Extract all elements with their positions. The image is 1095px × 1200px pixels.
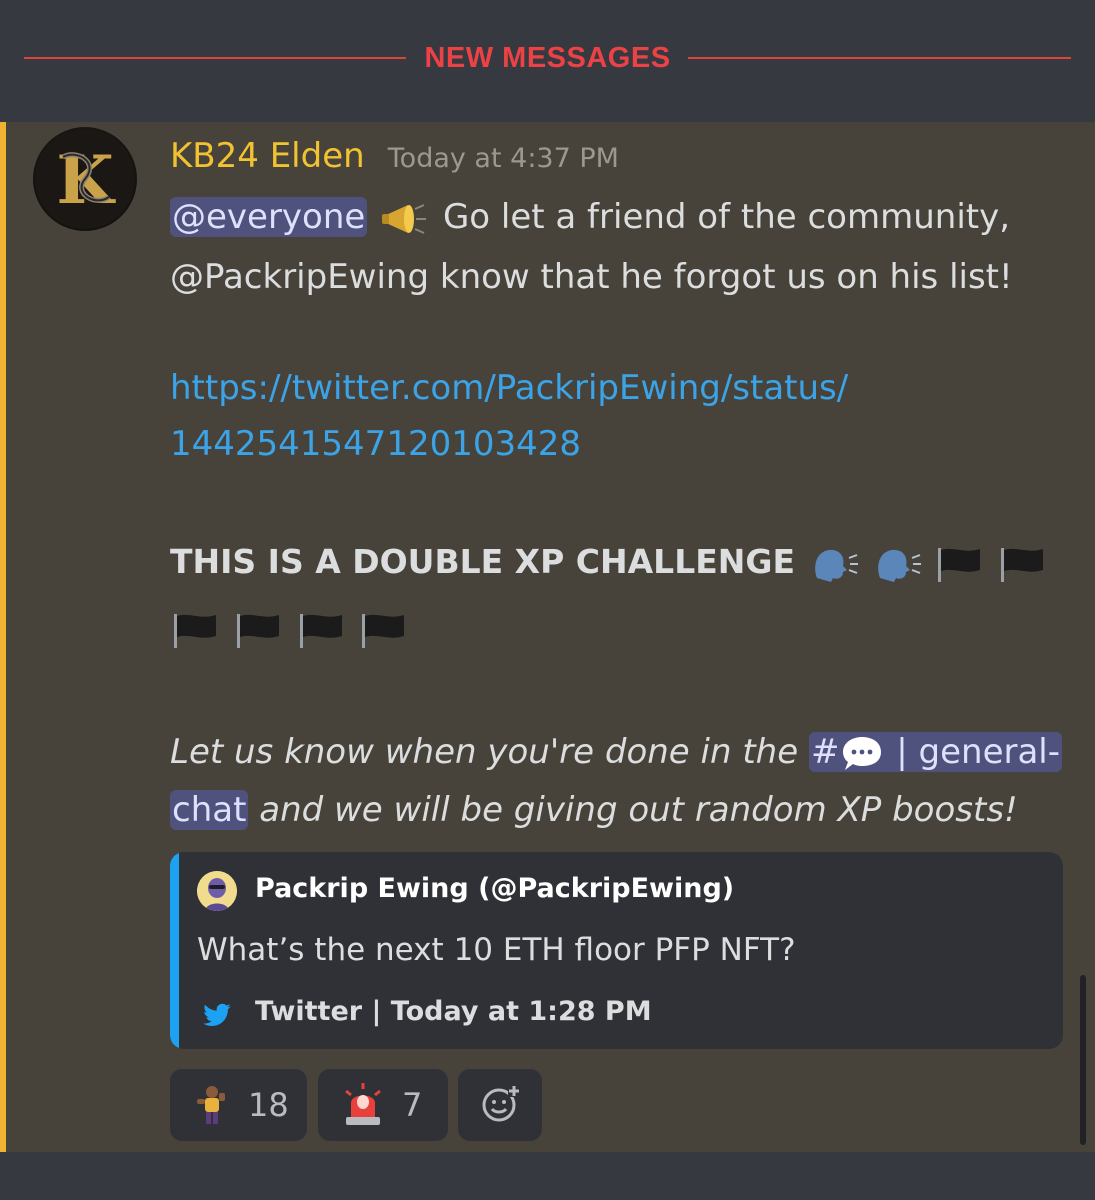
message-header: KB24 Elden Today at 4:37 PM: [170, 136, 619, 176]
add-reaction-icon: [482, 1085, 520, 1122]
packrip-avatar-icon: [197, 871, 237, 911]
avatar[interactable]: K: [33, 127, 137, 231]
channel-mention-continued[interactable]: chat: [170, 790, 249, 830]
twitter-icon: [203, 1003, 231, 1026]
author-username[interactable]: KB24 Elden: [170, 136, 365, 176]
reaction-count: 7: [402, 1086, 423, 1124]
add-reaction-button[interactable]: [458, 1069, 542, 1141]
speaking-head-icon: [859, 542, 923, 582]
message-text: Go let a friend of the community,: [432, 197, 1011, 237]
custom-player-emoji-icon: [197, 1086, 225, 1124]
embed-description: What’s the next 10 ETH floor PFP NFT?: [197, 932, 796, 968]
speech-balloon-icon: [843, 736, 882, 770]
italic-line-2: chat and we will be giving out random XP…: [170, 788, 1018, 832]
black-flag-icon: [170, 608, 222, 648]
challenge-line: THIS IS A DOUBLE XP CHALLENGE: [170, 540, 1049, 584]
megaphone-icon: [382, 203, 427, 234]
new-messages-divider[interactable]: NEW MESSAGES: [0, 40, 1095, 76]
channel-mention[interactable]: # | general-: [808, 732, 1063, 772]
black-flags-line: [170, 606, 410, 650]
message-timestamp[interactable]: Today at 4:37 PM: [388, 143, 619, 174]
embed-author-avatar[interactable]: [197, 871, 237, 911]
everyone-mention[interactable]: @everyone: [170, 197, 368, 237]
mention-highlight-bar: [0, 122, 6, 1152]
black-flag-icon: [922, 542, 986, 582]
speaking-head-icon: [807, 542, 859, 582]
black-flag-icon: [285, 608, 348, 648]
channel-hash: #: [810, 732, 840, 772]
italic-text-2: and we will be giving out random XP boos…: [248, 790, 1018, 830]
message-line-1: @everyone Go let a friend of the communi…: [170, 195, 1010, 239]
next-message-area: [0, 1152, 1095, 1200]
embed-author-name[interactable]: Packrip Ewing (@PackripEwing): [255, 870, 734, 908]
italic-text-1: Let us know when you're done in the: [170, 732, 799, 772]
reaction-button[interactable]: 18: [170, 1069, 307, 1141]
challenge-text: THIS IS A DOUBLE XP CHALLENGE: [170, 542, 796, 581]
reaction-count: 18: [248, 1086, 289, 1124]
avatar-k-snake-icon: K: [35, 129, 135, 229]
tweet-embed[interactable]: Packrip Ewing (@PackripEwing) What’s the…: [170, 852, 1063, 1049]
reaction-button[interactable]: 7: [318, 1069, 448, 1141]
scrollbar-thumb[interactable]: [1080, 975, 1086, 1145]
police-light-icon: [345, 1083, 381, 1125]
italic-line-1: Let us know when you're done in the # | …: [170, 730, 1063, 774]
new-messages-area: NEW MESSAGES: [0, 0, 1095, 122]
black-flag-icon: [222, 608, 285, 648]
channel-name: | general-: [885, 732, 1061, 772]
tweet-link-continued[interactable]: 1442541547120103428: [170, 422, 581, 466]
embed-accent-bar: [170, 852, 179, 1049]
message-line-2: @PackripEwing know that he forgot us on …: [170, 257, 1013, 297]
embed-footer: Twitter | Today at 1:28 PM: [255, 996, 652, 1027]
message-highlighted[interactable]: K KB24 Elden Today at 4:37 PM @everyone …: [0, 122, 1095, 1152]
tweet-link[interactable]: https://twitter.com/PackripEwing/status/: [170, 366, 848, 410]
black-flag-icon: [986, 542, 1050, 582]
black-flag-icon: [348, 608, 411, 648]
